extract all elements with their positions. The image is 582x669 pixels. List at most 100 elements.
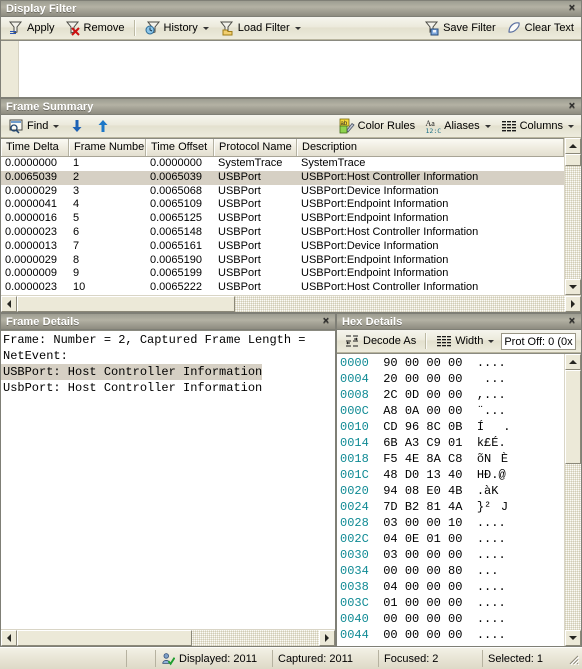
load-filter-button[interactable]: Load Filter	[214, 18, 306, 39]
hex-ascii[interactable]: ,...	[477, 388, 506, 402]
hex-bytes[interactable]: 04 0E 01 00	[383, 532, 462, 546]
table-row[interactable]: 0.0000023 10 0.0065222 USBPort USBPort:Host …	[1, 281, 564, 295]
table-row[interactable]: 0.0000029 3 0.0065068 USBPort USBPort:Device…	[1, 185, 564, 199]
scroll-left-button[interactable]	[1, 630, 17, 646]
chevron-down-icon[interactable]	[488, 339, 495, 343]
hex-ascii[interactable]: HÐ.@	[477, 468, 506, 482]
hex-ascii[interactable]: ¨...	[477, 404, 506, 418]
frame-details-horizontal-scrollbar[interactable]	[1, 629, 335, 646]
hex-ascii[interactable]: k£É.	[477, 436, 506, 450]
hex-bytes[interactable]: 00 00 00 00	[383, 628, 462, 642]
hex-dump-view[interactable]: 0000 90 00 00 00 .... 0004 20 00 00 00 ..…	[337, 353, 581, 646]
frame-list-horizontal-scrollbar[interactable]	[1, 295, 581, 312]
hex-bytes[interactable]: 00 00 00 80	[383, 564, 462, 578]
hex-row[interactable]: 0020 94 08 E0 4B .àK	[340, 483, 564, 499]
table-row[interactable]: 0.0000016 5 0.0065125 USBPort USBPort:Endpoi…	[1, 212, 564, 226]
table-row[interactable]: 0.0000041 4 0.0065109 USBPort USBPort:Endpoi…	[1, 198, 564, 212]
scroll-thumb[interactable]	[565, 370, 581, 464]
hex-row[interactable]: 0010 CD 96 8C 0B Í.	[340, 419, 564, 435]
hex-row[interactable]: 0000 90 00 00 00 ....	[340, 355, 564, 371]
hex-bytes[interactable]: 00 00 00 00	[383, 612, 462, 626]
column-header-frame-number[interactable]: Frame Number	[69, 139, 146, 156]
find-previous-button[interactable]	[90, 116, 116, 137]
chevron-down-icon[interactable]	[294, 26, 301, 30]
resize-grip[interactable]	[566, 652, 580, 666]
hex-ascii[interactable]: ....	[477, 532, 506, 546]
hex-bytes[interactable]: 20 00 00 00	[383, 372, 462, 386]
width-button[interactable]: Width	[431, 331, 499, 352]
scroll-right-button[interactable]	[565, 296, 581, 312]
hex-ascii[interactable]: ....	[477, 596, 506, 610]
hex-ascii[interactable]: ....	[477, 628, 506, 642]
hex-row[interactable]: 0028 03 00 00 10 ....	[340, 515, 564, 531]
hex-ascii[interactable]: ...	[477, 564, 499, 578]
remove-button[interactable]: Remove	[60, 18, 130, 39]
scroll-left-button[interactable]	[1, 296, 17, 312]
hex-ascii[interactable]: ....	[477, 612, 506, 626]
clear-text-button[interactable]: Clear Text	[501, 18, 579, 39]
hex-ascii[interactable]: ...	[477, 372, 506, 386]
column-header-description[interactable]: Description	[297, 139, 564, 156]
hex-bytes[interactable]: 6B A3 C9 01	[383, 436, 462, 450]
frame-list-vertical-scrollbar[interactable]	[564, 138, 581, 295]
hex-bytes[interactable]: 48 D0 13 40	[383, 468, 462, 482]
hex-row[interactable]: 000C A8 0A 00 00 ¨...	[340, 403, 564, 419]
hex-ascii[interactable]: Í.	[477, 420, 511, 434]
prot-offset-field[interactable]: Prot Off: 0 (0x	[501, 332, 576, 350]
hex-row[interactable]: 0018 F5 4E 8A C8 õNÈ	[340, 451, 564, 467]
find-button[interactable]: Find	[3, 116, 64, 137]
table-row[interactable]: 0.0065039 2 0.0065039 USBPort USBPort:Host C…	[1, 170, 564, 185]
color-rules-button[interactable]: ab Color Rules	[334, 116, 420, 137]
hex-bytes[interactable]: 2C 0D 00 00	[383, 388, 462, 402]
hex-ascii[interactable]: õNÈ	[477, 452, 508, 466]
table-row[interactable]: 0.0000023 6 0.0065148 USBPort USBPort:Host C…	[1, 226, 564, 240]
chevron-down-icon[interactable]	[202, 26, 209, 30]
detail-line[interactable]: UsbPort: Host Controller Information	[1, 380, 335, 396]
table-row[interactable]: 0.0000009 9 0.0065199 USBPort USBPort:Endpoi…	[1, 267, 564, 281]
column-header-time-offset[interactable]: Time Offset	[146, 139, 214, 156]
table-row[interactable]: 0.0000029 8 0.0065190 USBPort USBPort:Endpoi…	[1, 254, 564, 268]
hex-ascii[interactable]: ....	[477, 548, 506, 562]
hex-row[interactable]: 0024 7D B2 81 4A }²J	[340, 499, 564, 515]
scroll-thumb[interactable]	[17, 296, 235, 312]
hex-bytes[interactable]: 03 00 00 10	[383, 516, 462, 530]
aliases-button[interactable]: Aa 12:C3 Aliases	[420, 116, 495, 137]
hex-ascii[interactable]: ....	[477, 580, 506, 594]
apply-button[interactable]: Apply	[3, 18, 60, 39]
filter-expression-input[interactable]	[19, 41, 581, 97]
hex-row[interactable]: 0004 20 00 00 00 ...	[340, 371, 564, 387]
hex-bytes[interactable]: 03 00 00 00	[383, 548, 462, 562]
columns-button[interactable]: Columns	[496, 116, 579, 137]
detail-line[interactable]: USBPort: Host Controller Information	[1, 364, 263, 380]
scroll-right-button[interactable]	[319, 630, 335, 646]
display-filter-editor[interactable]	[1, 40, 581, 97]
hex-ascii[interactable]: ....	[477, 356, 506, 370]
hex-vertical-scrollbar[interactable]	[564, 354, 581, 646]
chevron-down-icon[interactable]	[484, 124, 491, 128]
decode-as-button[interactable]: Decode As	[339, 331, 421, 352]
hex-bytes[interactable]: 7D B2 81 4A	[383, 500, 462, 514]
detail-line[interactable]: Frame: Number = 2, Captured Frame Length…	[1, 332, 335, 348]
hex-bytes[interactable]: F5 4E 8A C8	[383, 452, 462, 466]
hex-row[interactable]: 003C 01 00 00 00 ....	[340, 595, 564, 611]
hex-bytes[interactable]: 04 00 00 00	[383, 580, 462, 594]
column-header-time-delta[interactable]: Time Delta	[1, 139, 69, 156]
hex-row[interactable]: 0014 6B A3 C9 01 k£É.	[340, 435, 564, 451]
hex-row[interactable]: 0030 03 00 00 00 ....	[340, 547, 564, 563]
scroll-down-button[interactable]	[565, 279, 581, 295]
hex-row[interactable]: 0034 00 00 00 80 ...	[340, 563, 564, 579]
hex-row[interactable]: 0044 00 00 00 00 ....	[340, 627, 564, 643]
column-header-protocol-name[interactable]: Protocol Name	[214, 139, 297, 156]
hex-bytes[interactable]: 90 00 00 00	[383, 356, 462, 370]
hex-dump-lines[interactable]: 0000 90 00 00 00 .... 0004 20 00 00 00 ..…	[337, 354, 564, 646]
hex-bytes[interactable]: A8 0A 00 00	[383, 404, 462, 418]
hex-bytes[interactable]: 01 00 00 00	[383, 596, 462, 610]
hex-ascii[interactable]: ....	[477, 516, 506, 530]
table-row[interactable]: 0.0000000 1 0.0000000 SystemTrace SystemTrac…	[1, 157, 564, 171]
hex-row[interactable]: 0038 04 00 00 00 ....	[340, 579, 564, 595]
table-row[interactable]: 0.0000013 7 0.0065161 USBPort USBPort:Device…	[1, 240, 564, 254]
hex-row[interactable]: 001C 48 D0 13 40 HÐ.@	[340, 467, 564, 483]
chevron-down-icon[interactable]	[53, 124, 60, 128]
frame-list-rows[interactable]: 0.0000000 1 0.0000000 SystemTrace SystemTrac…	[1, 157, 564, 295]
scroll-thumb[interactable]	[17, 630, 192, 646]
